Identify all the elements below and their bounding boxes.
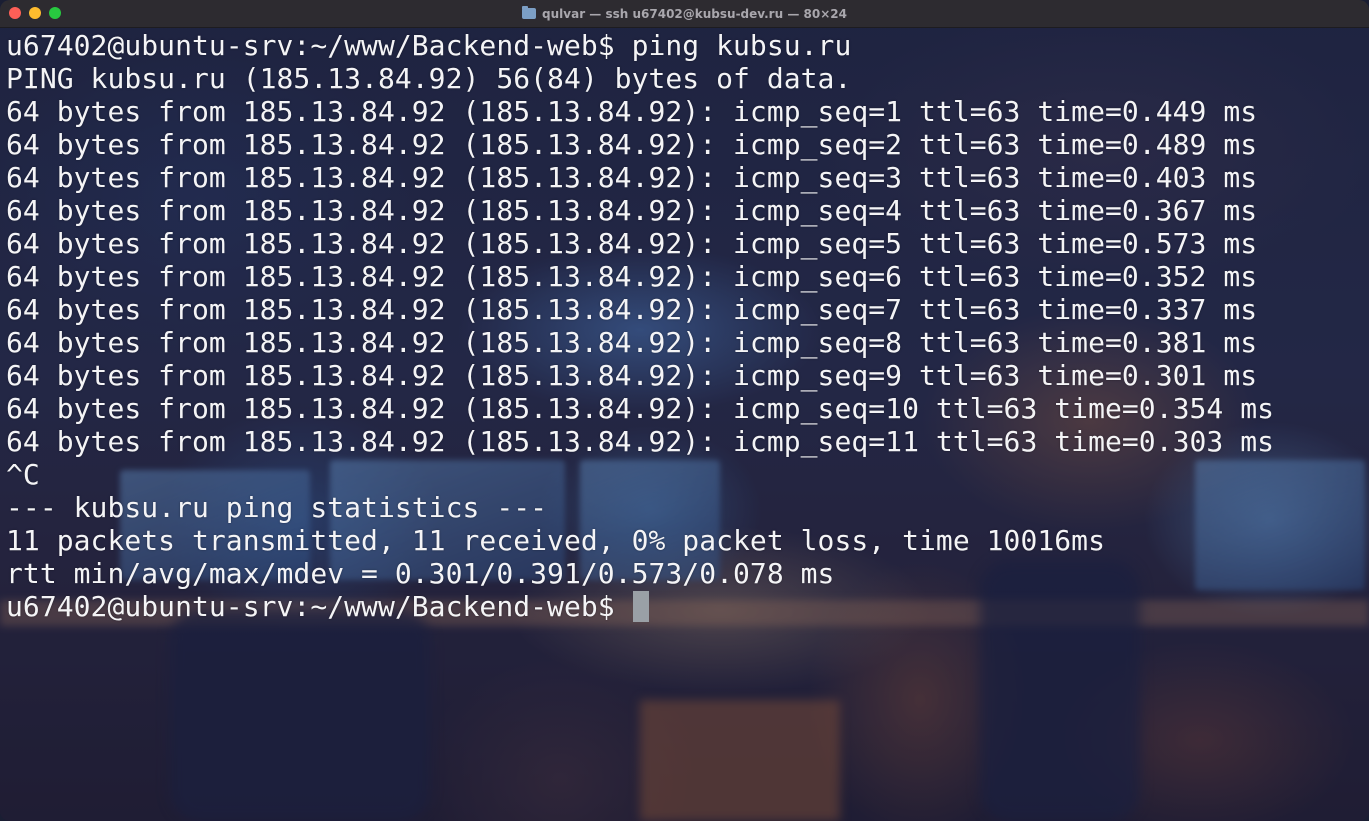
window-controls <box>9 7 61 19</box>
terminal-line: 64 bytes from 185.13.84.92 (185.13.84.92… <box>6 227 1258 260</box>
terminal-line: rtt min/avg/max/mdev = 0.301/0.391/0.573… <box>6 557 835 590</box>
window-title-group: qulvar — ssh u67402@kubsu-dev.ru — 80×24 <box>522 6 847 21</box>
text-cursor <box>632 591 649 622</box>
terminal-line: PING kubsu.ru (185.13.84.92) 56(84) byte… <box>6 62 852 95</box>
terminal-line: 64 bytes from 185.13.84.92 (185.13.84.92… <box>6 194 1258 227</box>
minimize-button[interactable] <box>29 7 41 19</box>
zoom-button[interactable] <box>49 7 61 19</box>
terminal-output[interactable]: u67402@ubuntu-srv:~/www/Backend-web$ pin… <box>0 27 1369 821</box>
terminal-prompt: u67402@ubuntu-srv:~/www/Backend-web$ <box>6 590 632 623</box>
close-button[interactable] <box>9 7 21 19</box>
terminal-line: --- kubsu.ru ping statistics --- <box>6 491 548 524</box>
window-title: qulvar — ssh u67402@kubsu-dev.ru — 80×24 <box>542 6 847 21</box>
terminal-line: 64 bytes from 185.13.84.92 (185.13.84.92… <box>6 359 1258 392</box>
terminal-line: 11 packets transmitted, 11 received, 0% … <box>6 524 1105 557</box>
terminal-prompt-line[interactable]: u67402@ubuntu-srv:~/www/Backend-web$ <box>6 590 1369 623</box>
terminal-window: qulvar — ssh u67402@kubsu-dev.ru — 80×24… <box>0 0 1369 821</box>
terminal-line: 64 bytes from 185.13.84.92 (185.13.84.92… <box>6 425 1275 458</box>
folder-icon <box>522 6 537 19</box>
terminal-line: 64 bytes from 185.13.84.92 (185.13.84.92… <box>6 392 1275 425</box>
terminal-line: 64 bytes from 185.13.84.92 (185.13.84.92… <box>6 161 1258 194</box>
terminal-line: u67402@ubuntu-srv:~/www/Backend-web$ pin… <box>6 29 852 62</box>
terminal-line: 64 bytes from 185.13.84.92 (185.13.84.92… <box>6 293 1258 326</box>
title-bar[interactable]: qulvar — ssh u67402@kubsu-dev.ru — 80×24 <box>0 0 1369 28</box>
terminal-line: ^C <box>6 458 40 491</box>
terminal-line: 64 bytes from 185.13.84.92 (185.13.84.92… <box>6 128 1258 161</box>
terminal-line: 64 bytes from 185.13.84.92 (185.13.84.92… <box>6 326 1258 359</box>
terminal-line: 64 bytes from 185.13.84.92 (185.13.84.92… <box>6 260 1258 293</box>
terminal-line: 64 bytes from 185.13.84.92 (185.13.84.92… <box>6 95 1258 128</box>
